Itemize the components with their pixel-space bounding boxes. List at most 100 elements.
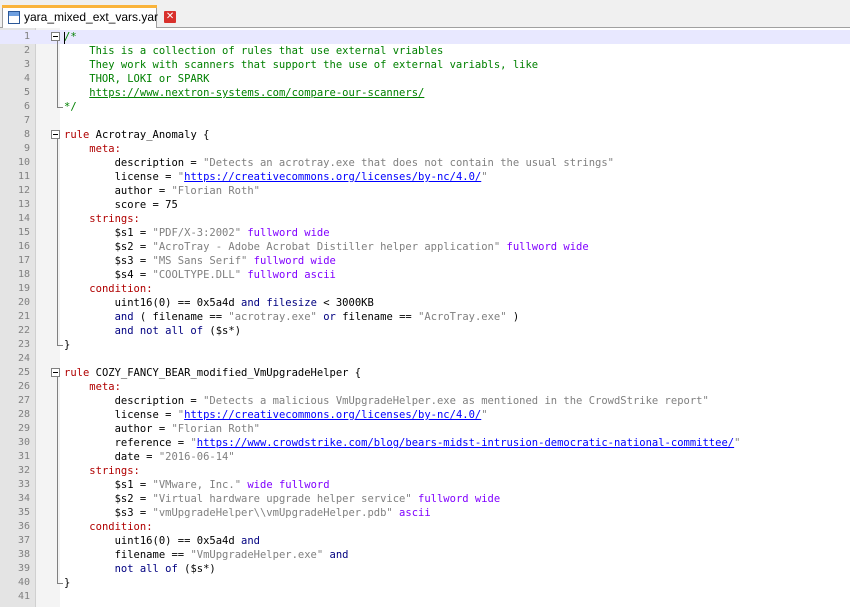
code-line[interactable]: 29 author = "Florian Roth" (0, 422, 850, 436)
token-k: filesize (266, 297, 317, 309)
line-number: 31 (17, 451, 30, 462)
token-sect: meta: (89, 381, 121, 393)
code-line[interactable]: 6 */ (0, 100, 850, 114)
code-line[interactable]: 37 uint16(0) == 0x5a4d and (0, 534, 850, 548)
code-line[interactable]: 7 (0, 114, 850, 128)
token-str: "vmUpgradeHelper\\vmUpgradeHelper.pdb" (152, 507, 393, 519)
code-line[interactable]: 36 condition: (0, 520, 850, 534)
code-line[interactable]: 24 (0, 352, 850, 366)
line-number: 36 (17, 521, 30, 532)
line-number: 11 (17, 171, 30, 182)
code-line[interactable]: 23} (0, 338, 850, 352)
code-text: description = "Detects a malicious VmUpg… (64, 394, 709, 408)
line-number: 3 (23, 59, 30, 70)
token-sect: condition: (89, 521, 153, 533)
token-plain: license = (64, 171, 178, 183)
code-line[interactable]: 26 meta: (0, 380, 850, 394)
fold-toggle-icon[interactable] (51, 32, 60, 41)
code-line[interactable]: 31 date = "2016-06-14" (0, 450, 850, 464)
tab-yara-file[interactable]: yara_mixed_ext_vars.yar ✕ (2, 5, 177, 28)
token-str: " (734, 437, 741, 449)
code-line[interactable]: 33 $s1 = "VMware, Inc." wide fullword (0, 478, 850, 492)
token-lurl[interactable]: https://creativecommons.org/licenses/by-… (184, 409, 481, 421)
line-number: 6 (23, 101, 30, 112)
code-line[interactable]: 1 /* (0, 30, 850, 44)
line-number: 5 (23, 87, 30, 98)
token-str: "2016-06-14" (158, 451, 235, 463)
code-text: condition: (64, 282, 153, 296)
code-line[interactable]: 27 description = "Detects a malicious Vm… (0, 394, 850, 408)
code-line[interactable]: 4 THOR, LOKI or SPARK (0, 72, 850, 86)
code-text: */ (64, 100, 77, 114)
code-text: $s1 = "VMware, Inc." wide fullword (64, 478, 330, 492)
saved-file-icon (8, 10, 20, 24)
code-text: $s2 = "AcroTray - Adobe Acrobat Distille… (64, 240, 589, 254)
code-line[interactable]: 19 condition: (0, 282, 850, 296)
code-line[interactable]: 11 license = "https://creativecommons.or… (0, 170, 850, 184)
code-line[interactable]: 34 $s2 = "Virtual hardware upgrade helpe… (0, 492, 850, 506)
token-lurl[interactable]: https://creativecommons.org/licenses/by-… (184, 171, 481, 183)
token-lurl[interactable]: https://www.crowdstrike.com/blog/bears-m… (197, 437, 734, 449)
code-text: $s3 = "MS Sans Serif" fullword wide (64, 254, 336, 268)
code-line[interactable]: 13 score = 75 (0, 198, 850, 212)
tab-label: yara_mixed_ext_vars.yar (24, 10, 159, 24)
code-line[interactable]: 30 reference = "https://www.crowdstrike.… (0, 436, 850, 450)
code-text: meta: (64, 380, 121, 394)
code-line[interactable]: 28 license = "https://creativecommons.or… (0, 408, 850, 422)
token-comment: /* (64, 31, 77, 43)
token-plain: filename == (335, 311, 419, 323)
fold-end-mark (57, 583, 63, 584)
code-line[interactable]: 32 strings: (0, 464, 850, 478)
token-plain: author = (64, 185, 172, 197)
code-line[interactable]: 5 https://www.nextron-systems.com/compar… (0, 86, 850, 100)
code-editor[interactable]: 1/* 2 This is a collection of rules that … (0, 28, 850, 607)
fold-toggle-icon[interactable] (51, 130, 60, 139)
code-line[interactable]: 12 author = "Florian Roth" (0, 184, 850, 198)
token-comment: This is a collection of rules that use e… (64, 45, 444, 57)
code-line[interactable]: 20 uint16(0) == 0x5a4d and filesize < 30… (0, 296, 850, 310)
line-number: 23 (17, 339, 30, 350)
token-plain: uint16(0) == 0x5a4d (64, 535, 242, 547)
token-url[interactable]: https://www.nextron-systems.com/compare-… (89, 87, 424, 99)
code-line[interactable]: 18 $s4 = "COOLTYPE.DLL" fullword ascii (0, 268, 850, 282)
code-line[interactable]: 14 strings: (0, 212, 850, 226)
token-str: "PDF/X-3:2002" (152, 227, 242, 239)
close-tab-icon[interactable]: ✕ (164, 11, 177, 23)
token-kw: wide fullword (241, 479, 330, 491)
code-line[interactable]: 40} (0, 576, 850, 590)
token-plain: } (64, 577, 71, 589)
code-line[interactable]: 38 filename == "VmUpgradeHelper.exe" and (0, 548, 850, 562)
token-str: "Florian Roth" (171, 185, 260, 197)
text-caret (64, 32, 65, 44)
code-line[interactable]: 41 (0, 590, 850, 604)
code-line[interactable]: 8 rule Acrotray_Anomaly { (0, 128, 850, 142)
code-line[interactable]: 22 and not all of ($s*) (0, 324, 850, 338)
code-text: } (64, 576, 70, 590)
code-line[interactable]: 16 $s2 = "AcroTray - Adobe Acrobat Disti… (0, 240, 850, 254)
code-line[interactable]: 2 This is a collection of rules that use… (0, 44, 850, 58)
token-sect: strings: (89, 465, 140, 477)
token-plain: description = (64, 157, 204, 169)
code-line[interactable]: 15 $s1 = "PDF/X-3:2002" fullword wide (0, 226, 850, 240)
code-line[interactable]: 10 description = "Detects an acrotray.ex… (0, 156, 850, 170)
code-line[interactable]: 9 meta: (0, 142, 850, 156)
line-number: 41 (17, 591, 30, 602)
token-str: "Detects a malicious VmUpgradeHelper.exe… (203, 395, 709, 407)
token-sect: condition: (89, 283, 153, 295)
line-number: 25 (17, 367, 30, 378)
token-plain: $s2 = (64, 493, 153, 505)
code-line[interactable]: 25 rule COZY_FANCY_BEAR_modified_VmUpgrad… (0, 366, 850, 380)
code-line[interactable]: 39 not all of ($s*) (0, 562, 850, 576)
code-line[interactable]: 35 $s3 = "vmUpgradeHelper\\vmUpgradeHelp… (0, 506, 850, 520)
code-line[interactable]: 17 $s3 = "MS Sans Serif" fullword wide (0, 254, 850, 268)
code-text: filename == "VmUpgradeHelper.exe" and (64, 548, 349, 562)
token-sect: strings: (89, 213, 140, 225)
fold-toggle-icon[interactable] (51, 368, 60, 377)
token-str: " (481, 409, 488, 421)
token-plain: description = (64, 395, 204, 407)
token-str: "acrotray.exe" (228, 311, 317, 323)
code-text: THOR, LOKI or SPARK (64, 72, 209, 86)
code-text: author = "Florian Roth" (64, 184, 260, 198)
code-line[interactable]: 3 They work with scanners that support t… (0, 58, 850, 72)
code-line[interactable]: 21 and ( filename == "acrotray.exe" or f… (0, 310, 850, 324)
